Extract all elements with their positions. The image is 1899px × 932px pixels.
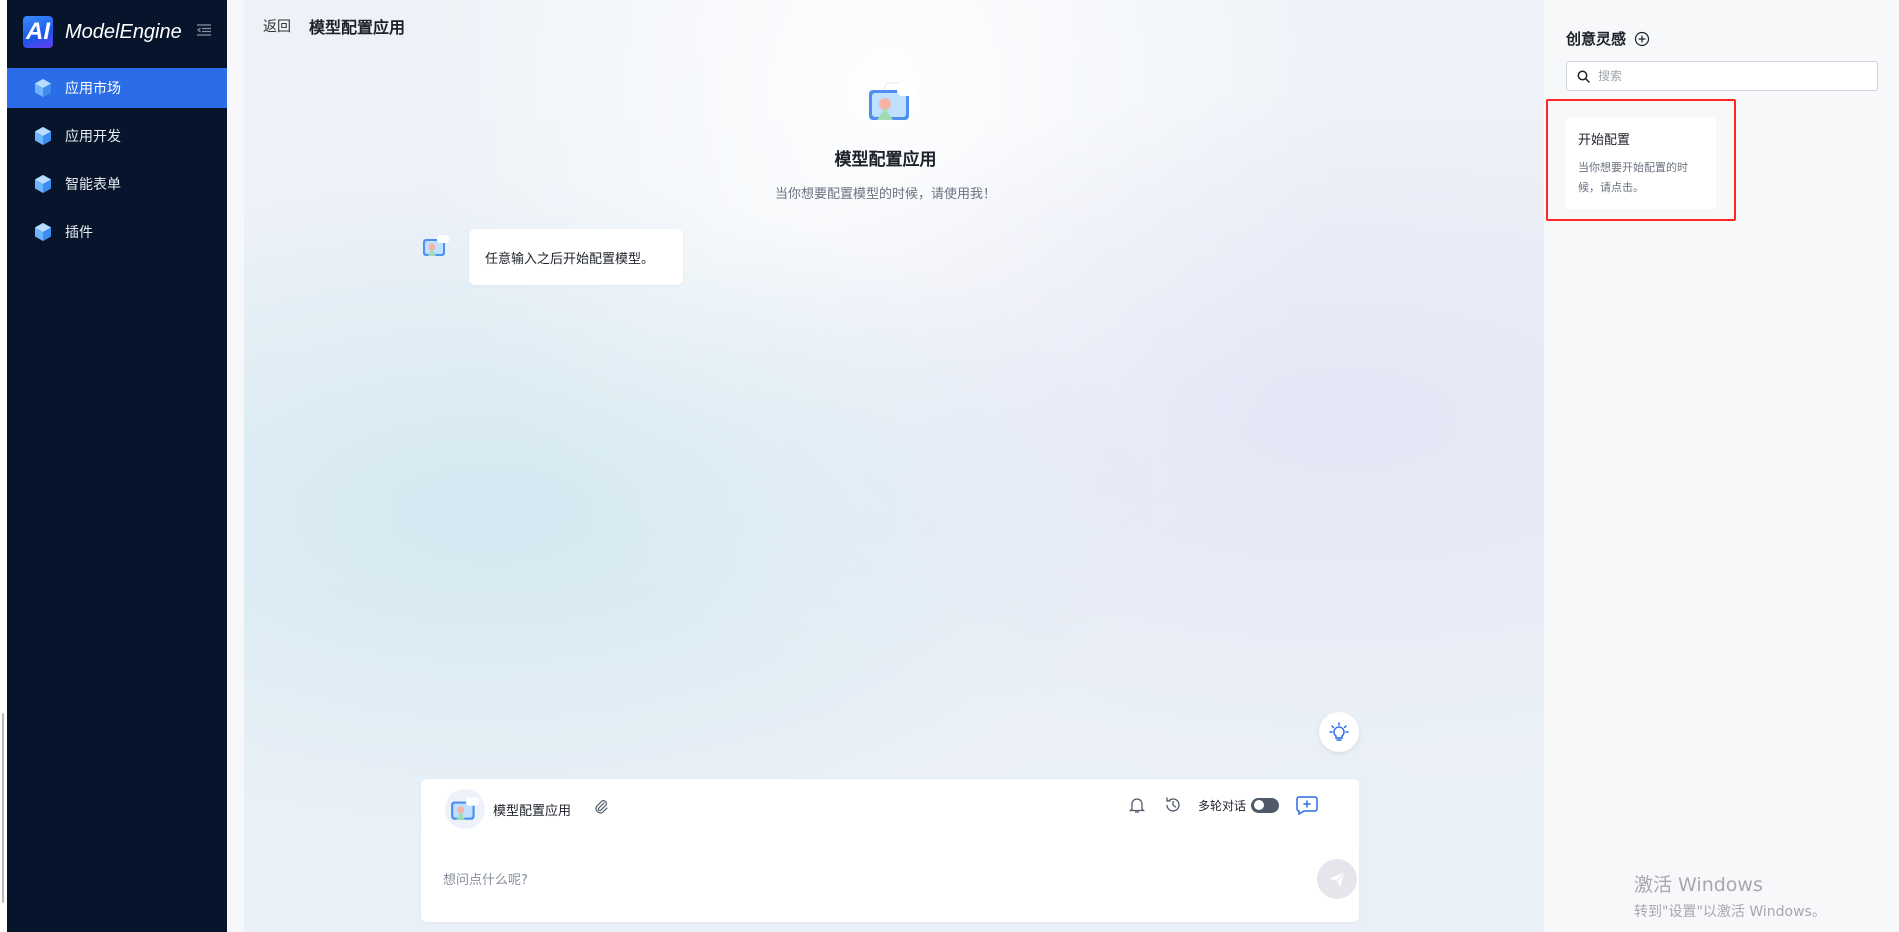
app-avatar-icon [451, 797, 479, 820]
inspiration-card[interactable]: 开始配置 当你想要开始配置的时候，请点击。 [1566, 117, 1716, 209]
cube-icon [35, 79, 51, 97]
bot-avatar-icon [423, 235, 449, 256]
collapse-menu-icon[interactable] [197, 24, 211, 36]
app-description: 当你想要配置模型的时候，请使用我！ [774, 187, 996, 202]
inspiration-button[interactable] [1319, 712, 1359, 752]
chat-composer: 模型配置应用 多轮对话 [421, 779, 1359, 922]
chat-input[interactable] [441, 869, 1265, 891]
sidebar-item-label: 插件 [65, 225, 93, 241]
watermark-line2: 转到"设置"以激活 Windows。 [1634, 904, 1826, 920]
back-link[interactable]: 返回 [263, 16, 291, 36]
brand-name: ModelEngine [65, 20, 182, 43]
sidebar-item-smart-form[interactable]: 智能表单 [7, 164, 227, 204]
window-edge [0, 0, 7, 932]
windows-activation-watermark: 激活 Windows 转到"设置"以激活 Windows。 [1634, 870, 1826, 921]
cube-icon [35, 223, 51, 241]
app-avatar-icon [869, 82, 917, 120]
inspiration-title: 创意灵感 [1566, 30, 1627, 48]
send-button[interactable] [1317, 859, 1357, 899]
sidebar-item-label: 应用开发 [65, 129, 121, 145]
sidebar-nav: 应用市场 应用开发 智能表单 插件 [7, 68, 227, 260]
chat-main: 返回 模型配置应用 模型配置应用 当你想要配置模型的时候，请使用我！ 任意输入之… [227, 0, 1544, 932]
lightbulb-icon [1329, 722, 1349, 741]
multi-turn-label: 多轮对话 [1197, 798, 1246, 813]
sidebar-item-app-dev[interactable]: 应用开发 [7, 116, 227, 156]
attachment-icon[interactable] [593, 799, 609, 815]
cube-icon [35, 127, 51, 145]
inspiration-header: 创意灵感 [1566, 28, 1650, 49]
history-icon[interactable] [1164, 796, 1182, 814]
sidebar-item-label: 智能表单 [65, 177, 121, 193]
inspiration-panel: 创意灵感 开始配置 当你想要开始配置的时候，请点击。 [1544, 0, 1899, 932]
composer-app-name: 模型配置应用 [493, 804, 572, 819]
sidebar-item-app-market[interactable]: 应用市场 [7, 68, 227, 108]
bell-icon[interactable] [1128, 796, 1146, 814]
search-input[interactable] [1596, 68, 1870, 84]
ai-logo-icon: AI [23, 16, 53, 48]
app-name: 模型配置应用 [834, 150, 937, 170]
bot-message: 任意输入之后开始配置模型。 [469, 229, 683, 285]
scrollbar[interactable] [2, 713, 4, 903]
page-title: 模型配置应用 [309, 18, 406, 37]
composer-toolbar: 多轮对话 [1110, 795, 1319, 815]
send-icon [1329, 871, 1346, 887]
multi-turn-toggle[interactable] [1251, 797, 1279, 813]
cube-icon [35, 175, 51, 193]
sidebar: AI ModelEngine 应用市场 应用开发 智能表单 插件 [7, 0, 227, 932]
sidebar-item-plugins[interactable]: 插件 [7, 212, 227, 252]
search-icon [1577, 70, 1590, 83]
page-header: 返回 模型配置应用 [263, 14, 405, 38]
watermark-line1: 激活 Windows [1634, 874, 1763, 896]
composer-app-avatar [445, 789, 485, 829]
new-chat-icon[interactable] [1295, 795, 1319, 815]
add-circle-icon[interactable] [1634, 31, 1650, 47]
sidebar-item-label: 应用市场 [65, 81, 121, 97]
inspiration-search [1566, 61, 1878, 91]
card-description: 当你想要开始配置的时候，请点击。 [1578, 161, 1688, 194]
card-title: 开始配置 [1578, 133, 1631, 148]
brand-logo: AI ModelEngine [23, 14, 223, 50]
